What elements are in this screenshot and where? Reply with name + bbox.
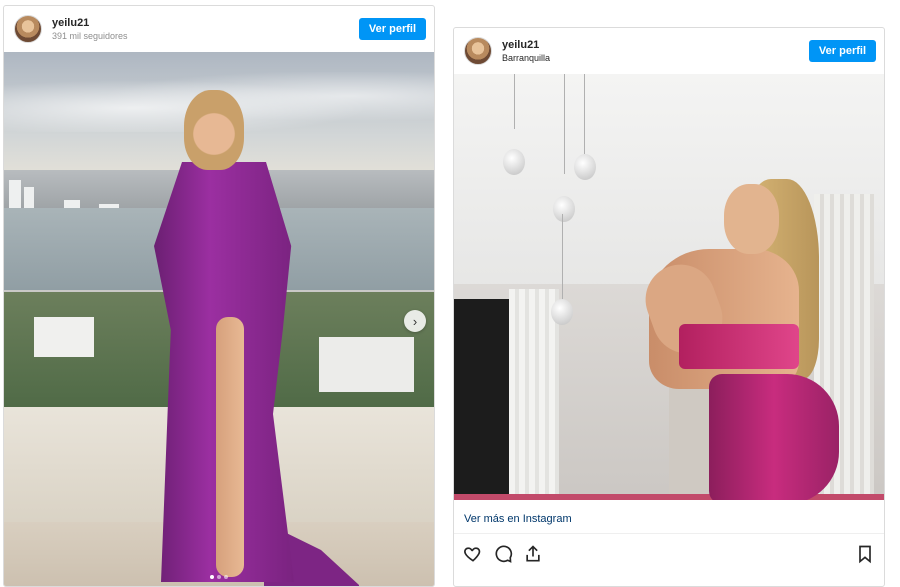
post-actions: [462, 542, 876, 566]
like-button[interactable]: [462, 543, 484, 565]
profile-info: yeilu21 391 mil seguidores: [52, 17, 359, 42]
instagram-embed-card-left: yeilu21 391 mil seguidores Ver perfil ›: [3, 5, 435, 587]
view-more-on-instagram-link[interactable]: Ver más en Instagram: [464, 513, 572, 525]
carousel-dot: [224, 575, 228, 579]
share-button[interactable]: [522, 543, 544, 565]
bookmark-icon: [859, 545, 871, 564]
divider: [454, 533, 884, 534]
avatar[interactable]: [14, 15, 42, 43]
share-icon: [526, 545, 540, 562]
username[interactable]: yeilu21: [502, 39, 809, 52]
comment-button[interactable]: [492, 543, 514, 565]
location[interactable]: Barranquilla: [502, 53, 809, 64]
save-button[interactable]: [854, 543, 876, 565]
heart-icon: [464, 547, 481, 562]
view-profile-button[interactable]: Ver perfil: [358, 18, 426, 40]
card-header: yeilu21 Barranquilla Ver perfil: [454, 28, 884, 74]
carousel-next-button[interactable]: ›: [404, 310, 426, 332]
avatar[interactable]: [464, 37, 492, 65]
carousel-dot: [217, 575, 221, 579]
comment-icon: [495, 545, 513, 563]
carousel-dot: [210, 575, 214, 579]
instagram-embed-card-right: yeilu21 Barranquilla Ver perfil Ver más …: [453, 27, 885, 587]
chevron-right-icon: ›: [412, 313, 418, 329]
profile-info: yeilu21 Barranquilla: [502, 39, 809, 64]
follower-count: 391 mil seguidores: [52, 30, 128, 41]
post-photo[interactable]: ›: [4, 52, 434, 586]
username[interactable]: yeilu21: [52, 17, 359, 30]
carousel-dots: [4, 575, 434, 579]
view-profile-button[interactable]: Ver perfil: [808, 40, 876, 62]
post-photo[interactable]: [454, 74, 884, 500]
card-header: yeilu21 391 mil seguidores Ver perfil: [4, 6, 434, 52]
